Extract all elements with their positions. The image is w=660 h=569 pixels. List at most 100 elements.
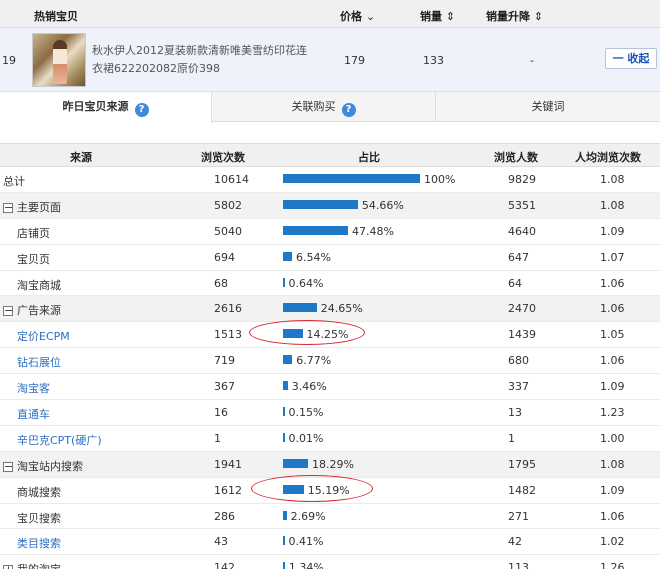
sort-icon[interactable]: ⇕: [446, 10, 455, 23]
source-name-label: 直通车: [17, 408, 50, 422]
visitors-count: 1482: [508, 483, 536, 497]
source-name: − 主要页面: [3, 199, 61, 215]
detail-tabs: 昨日宝贝来源? 关联购买? 关键词: [0, 92, 660, 123]
expand-icon[interactable]: +: [3, 564, 13, 569]
source-name: − 淘宝站内搜索: [3, 458, 83, 474]
collapse-icon[interactable]: −: [3, 202, 13, 213]
table-row: 店铺页 5040 47.48% 4640 1.09: [0, 219, 660, 245]
ratio-bar: [283, 458, 309, 468]
header-visitors: 浏览人数: [494, 151, 538, 164]
ratio-cell: 0.41%: [283, 535, 324, 549]
ratio-cell: 6.54%: [283, 250, 331, 264]
avg-views: 1.07: [600, 250, 625, 264]
source-table-body: 总计 10614 100% 9829 1.08− 主要页面 5802 54.66% 5351 1.…: [0, 167, 660, 569]
source-name[interactable]: 淘宝客: [17, 380, 50, 396]
header-source: 来源: [70, 151, 92, 164]
ratio-bar: [283, 536, 285, 546]
sort-icon[interactable]: ⇕: [534, 10, 543, 23]
source-name: 商城搜索: [17, 484, 61, 500]
visitors-count: 64: [508, 276, 522, 290]
header-avg-views: 人均浏览次数: [575, 151, 641, 164]
source-name: + 我的淘宝: [3, 561, 61, 569]
avg-views: 1.02: [600, 535, 625, 549]
help-icon[interactable]: ?: [341, 103, 356, 117]
help-icon[interactable]: ?: [134, 103, 149, 117]
ratio-label: 3.46%: [291, 380, 327, 394]
visitors-count: 680: [508, 354, 529, 368]
visitors-count: 647: [508, 250, 529, 264]
table-row: + 我的淘宝 142 1.34% 113 1.26: [0, 555, 660, 569]
source-name-label: 淘宝站内搜索: [17, 459, 83, 473]
source-name-label: 商城搜索: [17, 485, 61, 499]
visitors-count: 4640: [508, 224, 536, 238]
visitors-count: 337: [508, 380, 529, 394]
header-views: 浏览次数: [201, 151, 245, 164]
table-row: 淘宝客 367 3.46% 337 1.09: [0, 374, 660, 401]
views-count: 1: [214, 431, 221, 445]
views-count: 2616: [214, 302, 242, 316]
source-name[interactable]: 类目搜索: [17, 535, 61, 551]
avg-views: 1.26: [600, 561, 625, 569]
visitors-count: 1: [508, 431, 515, 445]
tab-yesterday-source[interactable]: 昨日宝贝来源?: [0, 92, 212, 123]
ratio-bar: [283, 251, 292, 261]
ratio-bar: [283, 407, 285, 417]
source-name-label: 我的淘宝: [17, 563, 61, 569]
ratio-label: 6.54%: [295, 250, 331, 264]
views-count: 43: [214, 535, 228, 549]
views-count: 142: [214, 561, 235, 569]
ratio-label: 14.25%: [306, 328, 349, 342]
source-name: − 广告来源: [3, 302, 61, 318]
ratio-bar: [283, 562, 285, 569]
ratio-bar: [283, 381, 288, 391]
ratio-cell: 100%: [283, 173, 455, 186]
avg-views: 1.08: [600, 173, 625, 186]
product-sales: 133: [423, 54, 444, 67]
source-name-label: 宝贝搜索: [17, 511, 61, 525]
hot-table-header: 热销宝贝 价格 ⌄ 销量 ⇕ 销量升降 ⇕: [0, 0, 660, 28]
source-name[interactable]: 钻石展位: [17, 354, 61, 370]
table-row: 钻石展位 719 6.77% 680 1.06: [0, 348, 660, 375]
avg-views: 1.06: [600, 354, 625, 368]
avg-views: 1.00: [600, 431, 625, 445]
collapse-icon[interactable]: −: [3, 305, 13, 317]
ratio-cell: 6.77%: [283, 354, 331, 367]
ratio-bar: [283, 303, 317, 313]
sort-down-icon[interactable]: ⌄: [366, 10, 375, 23]
source-name[interactable]: 定价ECPM: [17, 328, 70, 344]
table-row: − 淘宝站内搜索 1941 18.29% 1795 1.08: [0, 451, 660, 478]
source-name: 淘宝商城: [17, 277, 61, 293]
header-trend-label: 销量升降: [486, 10, 530, 23]
product-title[interactable]: 秋水伊人2012夏装新款清新唯美雪纺印花连衣裙622202082原价398: [92, 42, 317, 78]
ratio-bar: [283, 484, 304, 494]
source-name: 宝贝搜索: [17, 510, 61, 526]
source-name-label: 主要页面: [17, 200, 61, 214]
collapse-button[interactable]: 一 收起: [605, 48, 657, 69]
source-table-header: 来源 浏览次数 占比 浏览人数 人均浏览次数: [0, 143, 660, 167]
tab-label: 昨日宝贝来源: [62, 100, 129, 113]
ratio-cell: 0.64%: [283, 277, 323, 290]
table-row: 定价ECPM 1513 14.25% 1439 1.05: [0, 322, 660, 349]
ratio-cell: 15.19%: [283, 484, 350, 497]
ratio-label: 0.41%: [288, 535, 324, 549]
ratio-label: 47.48%: [352, 224, 394, 238]
header-sales-trend[interactable]: 销量升降 ⇕: [486, 8, 543, 24]
ratio-bar: [283, 174, 420, 183]
source-name[interactable]: 直通车: [17, 406, 50, 422]
views-count: 719: [214, 354, 235, 368]
table-row: 直通车 16 0.15% 13 1.23: [0, 400, 660, 426]
collapse-icon[interactable]: −: [3, 461, 13, 472]
source-name[interactable]: 辛巴克CPT(硬广): [17, 432, 102, 448]
source-name-label: 广告来源: [17, 304, 61, 318]
table-row: 淘宝商城 68 0.64% 64 1.06: [0, 271, 660, 297]
tab-related-purchase[interactable]: 关联购买?: [212, 92, 436, 122]
product-thumbnail[interactable]: [32, 33, 86, 87]
tab-keywords[interactable]: 关键词: [436, 92, 660, 122]
visitors-count: 271: [508, 509, 529, 523]
views-count: 68: [214, 276, 228, 290]
header-sales[interactable]: 销量 ⇕: [420, 8, 455, 24]
source-table: 来源 浏览次数 占比 浏览人数 人均浏览次数 总计 10614 100% 9829 1.…: [0, 143, 660, 569]
header-price[interactable]: 价格 ⌄: [340, 8, 375, 24]
source-name-label: 淘宝客: [17, 382, 50, 396]
ratio-label: 2.69%: [290, 509, 326, 523]
